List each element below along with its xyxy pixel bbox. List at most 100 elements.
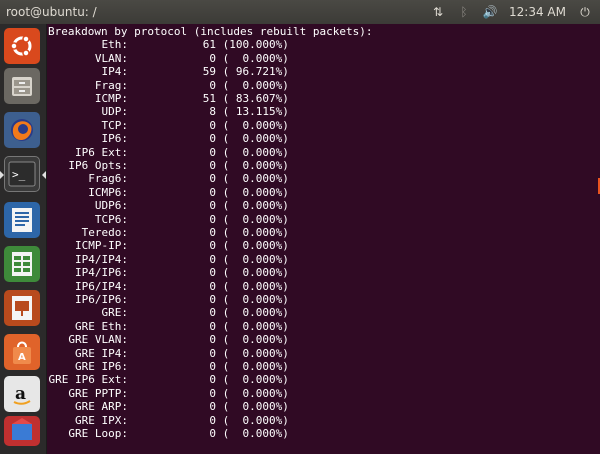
protocol-proto: Eth: <box>101 38 129 52</box>
protocol-count: 0 <box>209 400 216 414</box>
protocol-row: GRE Eth: 0 ( 0.000%) <box>48 320 289 333</box>
protocol-row: Frag6: 0 ( 0.000%) <box>48 172 289 185</box>
protocol-proto: GRE IP4: <box>75 346 128 360</box>
protocol-count: 0 <box>209 118 216 132</box>
bluetooth-icon[interactable]: ᛒ <box>457 5 471 19</box>
protocol-pct: ( 83.607%) <box>222 92 289 105</box>
clock[interactable]: 12:34 AM <box>509 5 566 19</box>
protocol-proto: GRE PPTP: <box>68 386 128 400</box>
volume-icon[interactable]: 🔊 <box>483 5 498 19</box>
protocol-row: Frag: 0 ( 0.000%) <box>48 79 289 92</box>
terminal-button[interactable]: >_ <box>4 156 40 192</box>
protocol-count: 0 <box>209 51 216 65</box>
protocol-row: UDP: 8 ( 13.115%) <box>48 105 289 118</box>
protocol-count: 0 <box>209 145 216 159</box>
protocol-count: 0 <box>209 373 216 387</box>
terminal-window[interactable]: Breakdown by protocol (includes rebuilt … <box>47 24 600 454</box>
protocol-count: 0 <box>209 159 216 172</box>
protocol-count: 0 <box>209 252 216 266</box>
protocol-pct: ( 0.000%) <box>222 427 289 440</box>
protocol-proto: GRE ARP: <box>75 400 128 414</box>
protocol-proto: GRE IP6: <box>75 360 128 373</box>
protocol-proto: GRE Loop: <box>68 427 128 440</box>
output-heading: Breakdown by protocol (includes rebuilt … <box>48 25 373 38</box>
calc-button[interactable] <box>4 246 40 282</box>
protocol-row: IP6/IP6: 0 ( 0.000%) <box>48 293 289 306</box>
protocol-row: IP6 Opts: 0 ( 0.000%) <box>48 159 288 172</box>
protocol-pct: ( 0.000%) <box>222 266 289 280</box>
ubuntu-dash-button[interactable] <box>4 28 40 64</box>
protocol-pct: ( 0.000%) <box>222 212 289 226</box>
top-panel: root@ubuntu: / ⇅ ᛒ 🔊 12:34 AM ⏻ <box>0 0 600 24</box>
writer-document-icon <box>12 208 32 232</box>
protocol-pct: ( 0.000%) <box>222 386 289 400</box>
network-icon[interactable]: ⇅ <box>431 5 445 19</box>
protocol-row: IP6: 0 ( 0.000%) <box>48 132 289 145</box>
protocol-count: 0 <box>209 132 216 146</box>
protocol-count: 0 <box>209 185 216 199</box>
protocol-row: UDP6: 0 ( 0.000%) <box>48 199 289 212</box>
protocol-proto: GRE IP6 Ext: <box>48 373 128 387</box>
power-icon[interactable]: ⏻ <box>578 5 592 19</box>
protocol-row: IP4/IP6: 0 ( 0.000%) <box>48 266 289 279</box>
protocol-row: TCP6: 0 ( 0.000%) <box>48 213 289 226</box>
protocol-row: GRE IP6: 0 ( 0.000%) <box>48 360 289 373</box>
protocol-row: GRE IPX: 0 ( 0.000%) <box>48 414 289 427</box>
file-cabinet-icon <box>12 77 32 96</box>
protocol-row: GRE IP4: 0 ( 0.000%) <box>48 347 289 360</box>
protocol-proto: UDP: <box>101 105 129 119</box>
protocol-pct: ( 0.000%) <box>222 400 289 414</box>
protocol-proto: TCP: <box>101 118 129 132</box>
impress-button[interactable] <box>4 290 40 326</box>
terminal-prompt-glyph: >_ <box>12 168 26 181</box>
protocol-pct: ( 0.000%) <box>222 333 289 347</box>
svg-text:A: A <box>18 352 26 363</box>
more-apps-icon <box>12 418 32 440</box>
protocol-proto: ICMP6: <box>88 185 128 199</box>
protocol-row: VLAN: 0 ( 0.000%) <box>48 52 289 65</box>
protocol-pct: ( 0.000%) <box>222 360 289 373</box>
protocol-proto: GRE VLAN: <box>68 333 128 347</box>
protocol-count: 0 <box>209 293 216 306</box>
files-button[interactable] <box>4 68 40 104</box>
protocol-count: 0 <box>209 333 216 347</box>
protocol-proto: VLAN: <box>94 51 128 65</box>
protocol-row: IP6/IP4: 0 ( 0.000%) <box>48 280 289 293</box>
protocol-count: 0 <box>209 199 216 213</box>
protocol-pct: ( 0.000%) <box>222 172 289 186</box>
amazon-icon: a <box>13 384 31 405</box>
writer-button[interactable] <box>4 202 40 238</box>
protocol-row: IP4/IP4: 0 ( 0.000%) <box>48 253 289 266</box>
protocol-pct: ( 0.000%) <box>222 132 289 146</box>
protocol-pct: ( 0.000%) <box>222 199 289 213</box>
active-indicator <box>0 171 4 179</box>
protocol-count: 59 <box>202 65 216 79</box>
focus-indicator <box>42 171 46 179</box>
protocol-proto: Teredo: <box>81 226 128 239</box>
amazon-button[interactable]: a <box>4 376 40 412</box>
more-apps-button[interactable] <box>4 416 40 446</box>
firefox-button[interactable] <box>4 112 40 148</box>
protocol-pct: ( 0.000%) <box>222 293 289 306</box>
protocol-proto: ICMP: <box>94 92 128 105</box>
protocol-pct: ( 0.000%) <box>222 226 289 239</box>
shopping-bag-icon: A <box>13 341 31 364</box>
protocol-proto: IP6/IP4: <box>75 279 128 293</box>
protocol-count: 0 <box>209 266 216 280</box>
protocol-row: ICMP-IP: 0 ( 0.000%) <box>48 239 289 252</box>
protocol-proto: TCP6: <box>94 212 128 226</box>
protocol-pct: ( 0.000%) <box>222 185 289 199</box>
protocol-count: 0 <box>209 346 216 360</box>
protocol-row: Teredo: 0 ( 0.000%) <box>48 226 289 239</box>
firefox-icon <box>11 119 33 141</box>
protocol-row: IP4: 59 ( 96.721%) <box>48 65 289 78</box>
spreadsheet-icon <box>12 252 32 276</box>
protocol-pct: ( 0.000%) <box>222 239 289 253</box>
protocol-count: 0 <box>209 360 216 373</box>
amazon-glyph: a <box>15 384 26 404</box>
protocol-count: 0 <box>209 226 216 239</box>
protocol-row: TCP: 0 ( 0.000%) <box>48 119 289 132</box>
software-center-button[interactable]: A <box>4 334 40 370</box>
protocol-count: 0 <box>209 413 216 427</box>
launcher: >_ A a <box>0 24 47 454</box>
